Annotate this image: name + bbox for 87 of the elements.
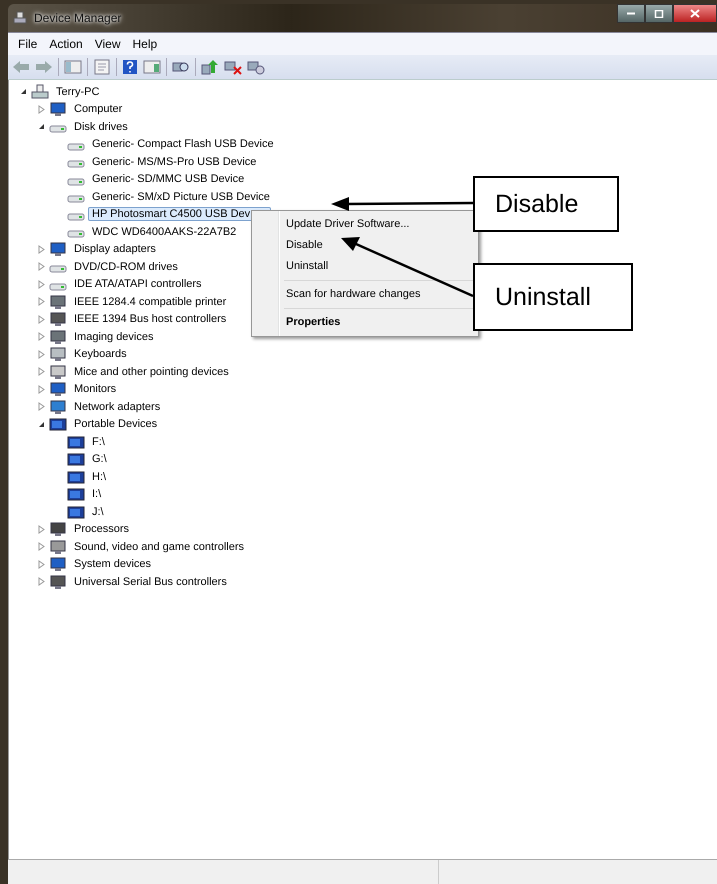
tree-item[interactable]: Computer [70,102,126,116]
collapse-arrow-icon[interactable] [38,123,44,130]
tree-item[interactable]: Generic- Compact Flash USB Device [88,137,278,152]
menu-item[interactable]: Action [43,35,89,53]
menu-item[interactable]: Properties [254,312,476,333]
drive-icon [67,142,85,151]
tree-item[interactable]: IEEE 1284.4 compatible printer [70,294,230,309]
panel-icon[interactable] [143,59,161,75]
expand-arrow-icon[interactable] [38,524,44,534]
tree-item[interactable]: WDC WD6400AAKS-22A7B2 [88,224,240,239]
computer-icon [12,10,28,26]
tree-item[interactable]: G:\ [88,452,111,466]
tree-item[interactable]: Disk drives [70,120,132,134]
tree-item[interactable]: Terry-PC [52,84,104,99]
drive-icon [49,125,67,134]
close-icon [690,9,700,18]
help-icon[interactable] [122,59,138,75]
close-button[interactable] [673,4,717,23]
tree-item[interactable]: Processors [70,522,134,536]
monitor-icon [49,101,67,118]
drive-icon [67,230,85,238]
expand-arrow-icon[interactable] [38,262,44,272]
tree-item[interactable]: Generic- SM/xD Picture USB Device [88,190,274,204]
tree-item[interactable]: Network adapters [70,400,164,414]
menu-item[interactable]: Scan for hardware changes [254,284,476,305]
menu-item[interactable]: Help [126,35,164,53]
tree-item[interactable]: IDE ATA/ATAPI controllers [70,277,206,292]
monitor-icon [49,241,67,258]
tree-item[interactable]: HP Photosmart C4500 USB Dev [88,207,272,222]
uninstall-icon[interactable] [247,59,265,75]
expand-arrow-icon[interactable] [38,560,44,569]
monitor-icon [49,556,67,572]
drive-icon [67,212,85,221]
tree-item[interactable]: J:\ [88,504,108,519]
drive-icon [67,178,85,186]
expand-arrow-icon[interactable] [38,297,44,306]
minimize-button[interactable] [617,4,645,23]
disable-icon[interactable] [224,59,242,75]
menu-item[interactable]: Uninstall [254,256,476,277]
document-icon[interactable] [93,59,111,75]
expand-arrow-icon[interactable] [38,402,44,412]
collapse-arrow-icon[interactable] [38,420,44,428]
window-title: Device Manager [34,11,122,25]
tree-item[interactable]: H:\ [88,470,110,484]
drive-icon [67,195,85,204]
maximize-button[interactable] [645,4,673,23]
tree-item[interactable]: Keyboards [70,347,131,362]
menu-item[interactable]: View [88,35,126,53]
computer-icon [31,84,49,100]
back-arrow-icon[interactable] [12,59,30,75]
expand-arrow-icon[interactable] [38,350,44,359]
collapse-arrow-icon[interactable] [20,88,26,96]
tree-item[interactable]: Portable Devices [70,417,162,432]
forward-arrow-icon[interactable] [35,59,53,75]
maximize-icon [654,10,664,18]
monitor-icon [49,381,67,398]
menu-item[interactable]: Disable [254,235,476,256]
callout-label: Disable [473,176,619,232]
drive-icon [67,160,85,168]
expand-arrow-icon[interactable] [38,577,44,586]
expand-arrow-icon[interactable] [38,280,44,289]
tree-item[interactable]: Sound, video and game controllers [70,540,248,554]
tree-item[interactable]: Generic- MS/MS-Pro USB Device [88,154,260,169]
tree-item[interactable]: Display adapters [70,242,160,256]
expand-arrow-icon[interactable] [38,332,44,342]
expand-arrow-icon[interactable] [38,384,44,394]
tree-item[interactable]: Mice and other pointing devices [70,364,233,379]
tree-item[interactable]: Generic- SD/MMC USB Device [88,172,248,186]
tree-item[interactable]: F:\ [88,434,109,449]
tree-item[interactable]: IEEE 1394 Bus host controllers [70,312,230,326]
tree-item[interactable]: Universal Serial Bus controllers [70,574,231,589]
tree-item[interactable]: Imaging devices [70,330,158,344]
expand-arrow-icon[interactable] [38,104,44,114]
panel-icon[interactable] [64,59,82,75]
menu-item[interactable]: File [12,35,44,53]
expand-arrow-icon[interactable] [38,244,44,254]
tree-item[interactable]: System devices [70,557,156,572]
expand-arrow-icon[interactable] [38,367,44,376]
expand-arrow-icon[interactable] [38,542,44,552]
tree-item[interactable]: Monitors [70,382,120,396]
update-icon[interactable] [201,59,219,75]
tree-item[interactable]: I:\ [88,487,106,502]
minimize-icon [626,12,636,15]
callout-label: Uninstall [473,263,633,331]
drive-icon [49,282,67,291]
tree-item[interactable]: DVD/CD-ROM drives [70,260,182,274]
expand-arrow-icon[interactable] [38,314,44,324]
